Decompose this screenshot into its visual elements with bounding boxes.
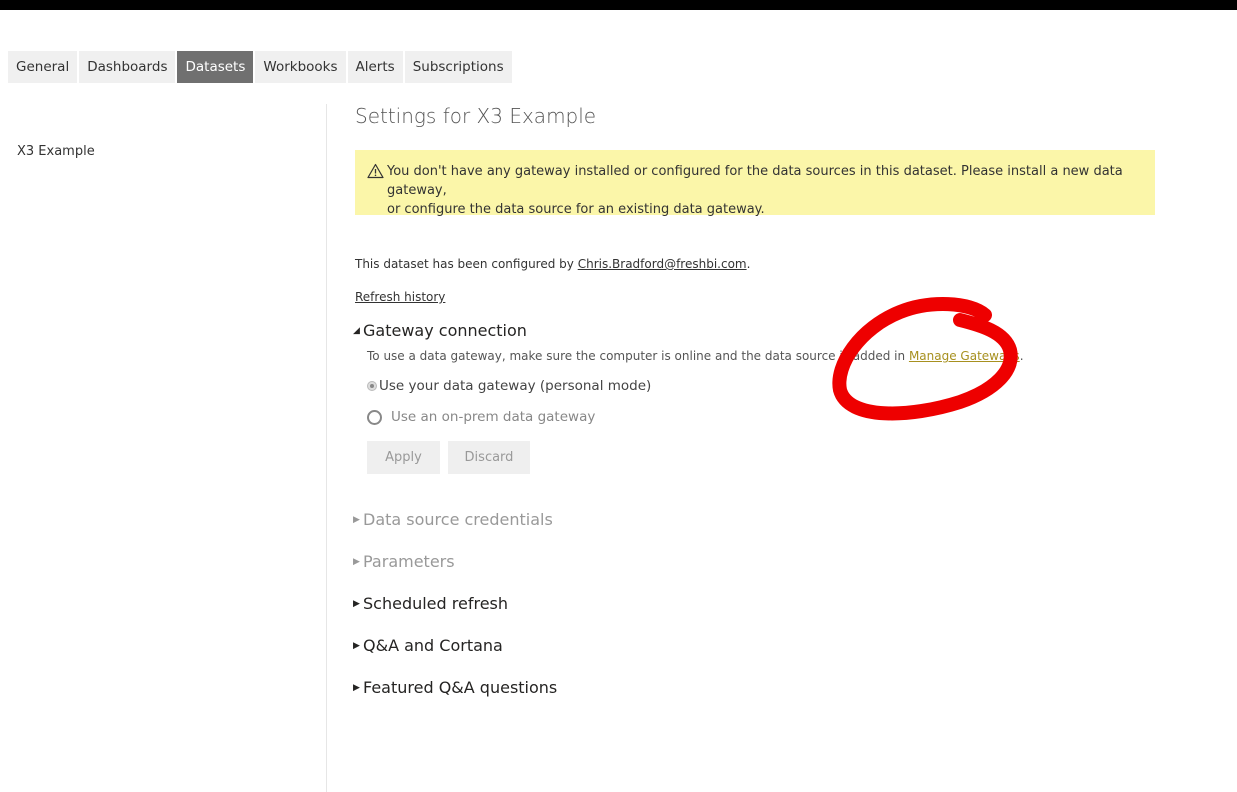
section-label: Scheduled refresh <box>363 594 509 613</box>
refresh-history-link[interactable]: Refresh history <box>355 290 445 304</box>
gateway-description-text: To use a data gateway, make sure the com… <box>367 349 909 363</box>
warning-text-line2: or configure the data source for an exis… <box>387 202 765 217</box>
dataset-item-x3-example[interactable]: X3 Example <box>17 144 95 159</box>
section-data-source-credentials[interactable]: ▶ Data source credentials <box>353 510 553 529</box>
expand-triangle-icon: ▶ <box>353 640 360 651</box>
radio-unselected-icon <box>367 409 382 425</box>
configured-email-link[interactable]: Chris.Bradford@freshbi.com <box>578 257 747 271</box>
section-scheduled-refresh[interactable]: ▶ Scheduled refresh <box>353 594 508 613</box>
section-qa-cortana[interactable]: ▶ Q&A and Cortana <box>353 636 503 655</box>
tab-subscriptions[interactable]: Subscriptions <box>404 51 512 83</box>
radio-personal-label: Use your data gateway (personal mode) <box>379 378 652 394</box>
configured-by-text: This dataset has been configured by Chri… <box>355 257 750 271</box>
gateway-warning-banner: You don't have any gateway installed or … <box>355 150 1155 217</box>
section-label: Parameters <box>363 552 455 571</box>
radio-onprem-gateway[interactable]: Use an on-prem data gateway <box>367 409 595 425</box>
section-featured-qa[interactable]: ▶ Featured Q&A questions <box>353 678 557 697</box>
settings-tabs: General Dashboards Datasets Workbooks Al… <box>8 51 514 83</box>
manage-gateways-link[interactable]: Manage Gateways <box>909 349 1020 363</box>
apply-button[interactable]: Apply <box>367 441 440 474</box>
discard-button[interactable]: Discard <box>448 441 530 474</box>
expand-triangle-icon: ▶ <box>353 682 360 693</box>
tab-alerts[interactable]: Alerts <box>347 51 403 83</box>
configured-suffix: . <box>746 257 751 271</box>
configured-prefix: This dataset has been configured by <box>355 257 578 271</box>
expand-triangle-icon: ▶ <box>353 514 360 525</box>
tab-dashboards[interactable]: Dashboards <box>79 51 176 83</box>
warning-text-line1: You don't have any gateway installed or … <box>387 164 1123 198</box>
top-bar <box>0 0 1237 10</box>
expand-triangle-icon: ▶ <box>353 598 360 609</box>
gateway-description: To use a data gateway, make sure the com… <box>367 349 1024 363</box>
collapse-triangle-icon: ◢ <box>353 325 360 336</box>
section-label: Q&A and Cortana <box>363 636 503 655</box>
dataset-list: X3 Example <box>0 104 327 792</box>
tab-general[interactable]: General <box>8 51 78 83</box>
section-label: Data source credentials <box>363 510 553 529</box>
tab-datasets[interactable]: Datasets <box>177 51 254 83</box>
gateway-connection-title: Gateway connection <box>363 321 527 340</box>
radio-onprem-label: Use an on-prem data gateway <box>391 409 596 425</box>
tab-workbooks[interactable]: Workbooks <box>255 51 346 83</box>
section-parameters[interactable]: ▶ Parameters <box>353 552 455 571</box>
warning-triangle-icon <box>367 163 384 179</box>
section-label: Featured Q&A questions <box>363 678 558 697</box>
expand-triangle-icon: ▶ <box>353 556 360 567</box>
gateway-description-suffix: . <box>1019 349 1024 363</box>
gateway-connection-header[interactable]: ◢ Gateway connection <box>353 321 527 340</box>
page-title: Settings for X3 Example <box>355 104 597 128</box>
radio-selected-icon <box>367 381 377 391</box>
radio-personal-gateway[interactable]: Use your data gateway (personal mode) <box>367 378 651 394</box>
